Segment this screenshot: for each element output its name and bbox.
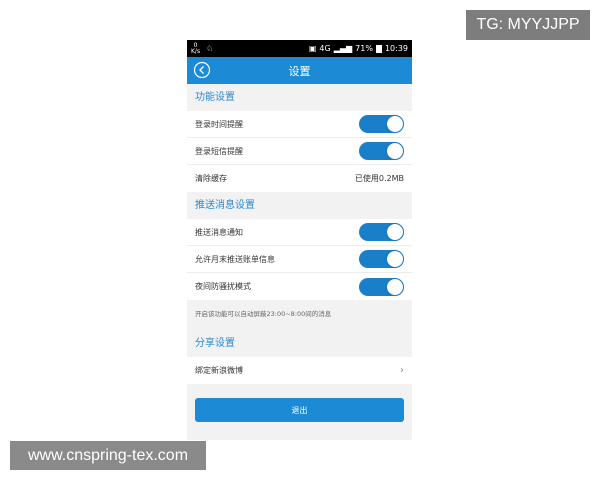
settings-row-month-end-bill: 允许月末推送账单信息 [187,246,412,273]
toggle-push-notification[interactable] [359,223,404,241]
section-function: 登录时间提醒 登录短信提醒 清除缓存 已使用0.2MB [187,111,412,192]
settings-row-login-time: 登录时间提醒 [187,111,412,138]
toggle-login-time-reminder[interactable] [359,115,404,133]
row-label: 清除缓存 [195,174,227,183]
page-title: 设置 [288,64,311,78]
logout-area: 退出 [187,384,412,422]
toggle-month-end-bill[interactable] [359,250,404,268]
toggle-knob [387,278,403,295]
night-mode-note: 开启该功能可以自动屏蔽23:00~8:00间的消息 [187,300,412,330]
row-label: 绑定新浪微博 [195,366,243,375]
signal-icon: ▂▄▆ [333,44,353,53]
toggle-knob [387,251,403,267]
watermark-bottom-left: www.cnspring-tex.com [10,441,206,470]
settings-row-clear-cache[interactable]: 清除缓存 已使用0.2MB [187,165,412,192]
toggle-knob [387,116,403,132]
back-circle-icon[interactable] [193,61,211,79]
settings-row-login-sms: 登录短信提醒 [187,138,412,165]
settings-row-push-notify: 推送消息通知 [187,219,412,246]
network-type: 4G [319,44,331,53]
section-title-function: 功能设置 [187,84,412,111]
logout-button[interactable]: 退出 [195,398,404,422]
status-bar: 0 K/s ♘ ▣ 4G ▂▄▆ 71% 10:39 [187,40,412,57]
network-speed-unit: K/s [191,47,201,55]
toggle-night-do-not-disturb[interactable] [359,277,404,296]
battery-percent: 71% [355,44,373,53]
watermark-top-right: TG: MYYJJPP [466,10,590,40]
toggle-login-sms-reminder[interactable] [359,142,404,160]
app-bar: 设置 [187,57,412,84]
toggle-knob [387,143,403,159]
notification-icon: ♘ [206,44,214,53]
phone-screen: 0 K/s ♘ ▣ 4G ▂▄▆ 71% 10:39 设置 功能设置 登录时间提… [187,40,412,440]
chevron-right-icon: › [400,365,404,376]
battery-icon [375,44,382,53]
section-push: 推送消息通知 允许月末推送账单信息 夜间防骚扰模式 [187,219,412,300]
section-title-share: 分享设置 [187,330,412,357]
row-label: 登录短信提醒 [195,146,243,156]
row-label: 夜间防骚扰模式 [195,282,251,291]
sim-icon: ▣ [308,44,317,53]
clock: 10:39 [384,44,408,53]
cache-size-value: 已使用0.2MB [354,174,404,183]
row-label: 登录时间提醒 [195,119,243,129]
row-label: 允许月末推送账单信息 [195,254,275,264]
settings-row-bind-weibo[interactable]: 绑定新浪微博 › [187,357,412,384]
settings-row-night-mode: 夜间防骚扰模式 [187,273,412,300]
section-title-push: 推送消息设置 [187,192,412,219]
toggle-knob [387,224,403,240]
section-share: 绑定新浪微博 › [187,357,412,384]
network-speed: 0 K/s [191,42,201,55]
row-label: 推送消息通知 [195,227,243,237]
